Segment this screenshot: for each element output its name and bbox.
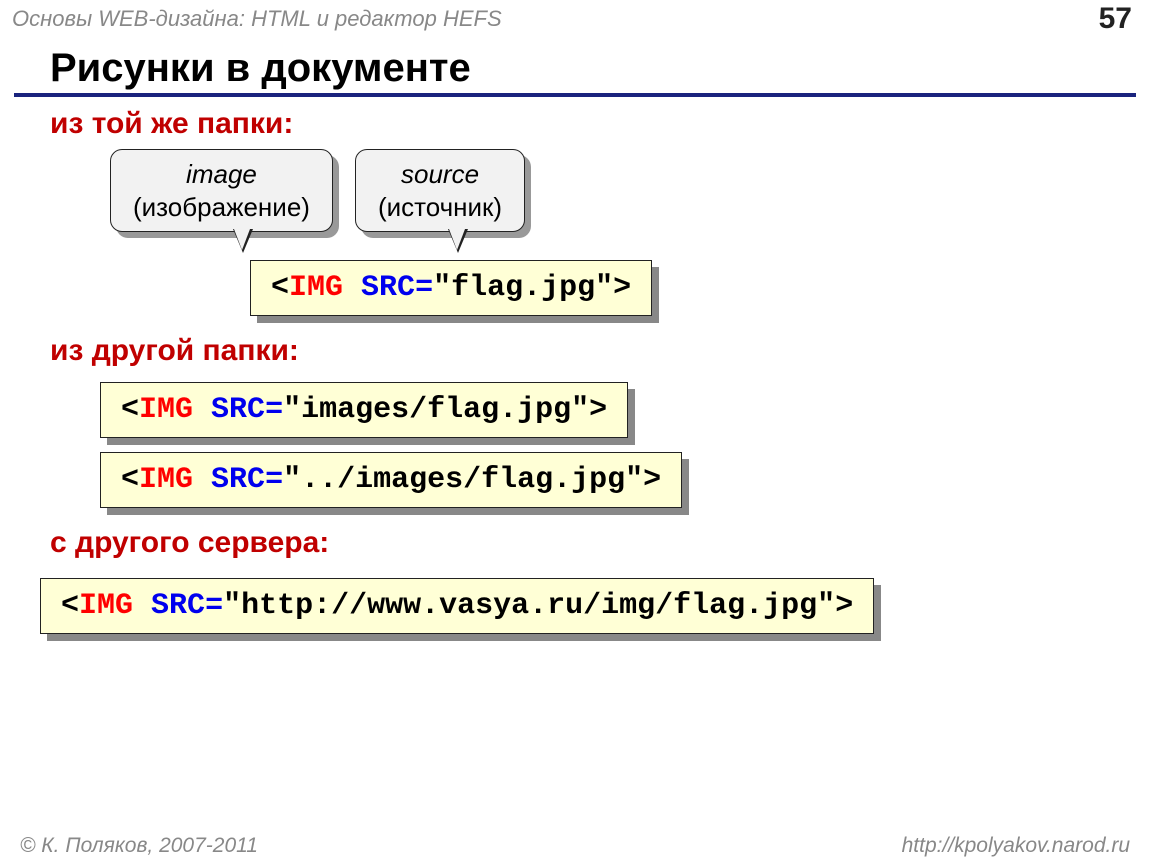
slide-footer: © К. Поляков, 2007-2011 http://kpolyakov…	[0, 834, 1150, 858]
code-token: =	[415, 271, 433, 305]
code-token: >	[589, 393, 607, 427]
code-token: >	[613, 271, 631, 305]
code-example-other-server: <IMG SRC="http://www.vasya.ru/img/flag.j…	[40, 578, 874, 634]
code-value: "../images/flag.jpg"	[283, 463, 643, 497]
code-token: >	[835, 589, 853, 623]
code-token: =	[205, 589, 223, 623]
slide-title: Рисунки в документе	[14, 36, 1136, 97]
code-token: =	[265, 463, 283, 497]
slide-header: Основы WEB-дизайна: HTML и редактор HEFS…	[0, 0, 1150, 36]
section-other-folder: из другой папки: <IMG SRC="images/flag.j…	[0, 334, 1150, 508]
footer-url: http://kpolyakov.narod.ru	[902, 834, 1130, 858]
page-number: 57	[1099, 2, 1132, 36]
code-token: <	[61, 589, 79, 623]
code-token	[133, 589, 151, 623]
code-attr: SRC	[361, 271, 415, 305]
code-tag: IMG	[79, 589, 133, 623]
code-tag: IMG	[139, 463, 193, 497]
section-label-other-folder: из другой папки:	[50, 334, 1150, 368]
code-token	[193, 393, 211, 427]
code-value: "http://www.vasya.ru/img/flag.jpg"	[223, 589, 835, 623]
code-value: "images/flag.jpg"	[283, 393, 589, 427]
code-attr: SRC	[151, 589, 205, 623]
section-label-other-server: с другого сервера:	[50, 526, 1150, 560]
code-token: >	[643, 463, 661, 497]
code-token	[343, 271, 361, 305]
code-example-same-folder: <IMG SRC="flag.jpg">	[250, 260, 652, 316]
code-tag: IMG	[139, 393, 193, 427]
code-token: <	[271, 271, 289, 305]
course-name: Основы WEB-дизайна: HTML и редактор HEFS	[12, 6, 502, 32]
section-label-same-folder: из той же папки:	[50, 107, 1150, 141]
code-token	[193, 463, 211, 497]
code-value: "flag.jpg"	[433, 271, 613, 305]
callout-source: source (источник)	[355, 149, 525, 232]
code-token: =	[265, 393, 283, 427]
callout-source-translation: (источник)	[378, 191, 502, 224]
callouts-row: image (изображение) source (источник)	[110, 149, 1150, 232]
section-other-server: с другого сервера: <IMG SRC="http://www.…	[0, 526, 1150, 634]
callout-image-term: image	[133, 158, 310, 191]
callout-source-term: source	[378, 158, 502, 191]
code-example-other-folder-1: <IMG SRC="images/flag.jpg">	[100, 382, 628, 438]
code-token: <	[121, 393, 139, 427]
code-tag: IMG	[289, 271, 343, 305]
callout-image-translation: (изображение)	[133, 191, 310, 224]
copyright: © К. Поляков, 2007-2011	[20, 834, 258, 858]
code-attr: SRC	[211, 393, 265, 427]
callout-image: image (изображение)	[110, 149, 333, 232]
section-same-folder: из той же папки: image (изображение) sou…	[0, 107, 1150, 316]
code-token: <	[121, 463, 139, 497]
code-attr: SRC	[211, 463, 265, 497]
code-example-other-folder-2: <IMG SRC="../images/flag.jpg">	[100, 452, 682, 508]
